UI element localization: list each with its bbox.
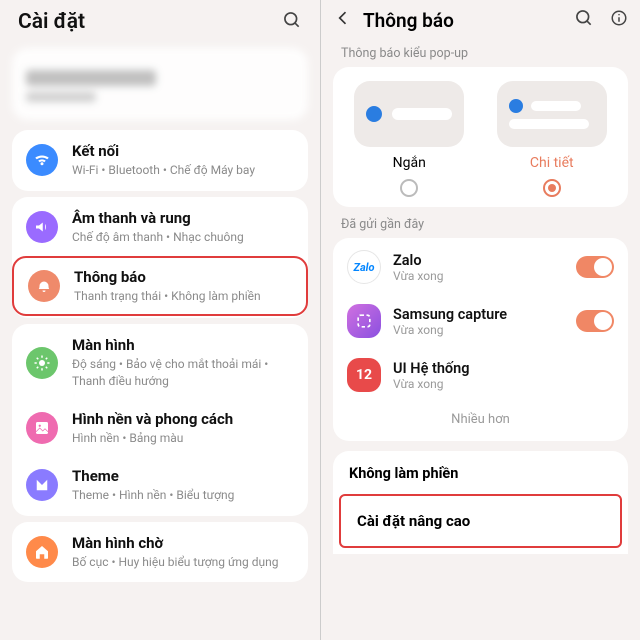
- wifi-icon: [26, 144, 58, 176]
- row-subtitle: Bố cục • Huy hiệu biểu tượng ứng dụng: [72, 554, 294, 571]
- wallpaper-icon: [26, 412, 58, 444]
- popup-style-card: Ngắn Chi tiết: [333, 67, 628, 207]
- recent-card: ZaloZaloVừa xongSamsung captureVừa xong1…: [333, 238, 628, 441]
- settings-group: Âm thanh và rung Chế độ âm thanh • Nhạc c…: [12, 197, 308, 319]
- settings-row-theme[interactable]: Theme Theme • Hình nền • Biểu tượng: [12, 457, 308, 514]
- popup-section-label: Thông báo kiểu pop-up: [321, 36, 640, 67]
- display-icon: [26, 347, 58, 379]
- more-button[interactable]: Nhiều hơn: [333, 402, 628, 439]
- popup-preview-brief: [354, 81, 464, 147]
- samsung-capture-icon: [347, 304, 381, 338]
- dnd-row[interactable]: Không làm phiền: [333, 453, 628, 494]
- sound-icon: [26, 211, 58, 243]
- popup-label-detail: Chi tiết: [530, 155, 574, 171]
- row-subtitle: Chế độ âm thanh • Nhạc chuông: [72, 229, 294, 246]
- info-icon[interactable]: [610, 9, 628, 31]
- zalo-icon: Zalo: [347, 250, 381, 284]
- app-sub: Vừa xong: [393, 323, 564, 337]
- row-title: Màn hình: [72, 336, 294, 354]
- popup-option-detail[interactable]: Chi tiết: [486, 81, 619, 197]
- row-title: Theme: [72, 467, 294, 485]
- theme-icon: [26, 469, 58, 501]
- row-title: Hình nền và phong cách: [72, 410, 294, 428]
- popup-preview-detail: [497, 81, 607, 147]
- notifications-header: Thông báo: [321, 0, 640, 36]
- popup-option-brief[interactable]: Ngắn: [343, 81, 476, 197]
- profile-card[interactable]: [12, 48, 308, 120]
- recent-app-row[interactable]: 12 UI Hệ thốngVừa xong: [333, 348, 628, 402]
- settings-header: Cài đặt: [0, 0, 320, 40]
- app-sub: Vừa xong: [393, 269, 564, 283]
- app-name: Zalo: [393, 252, 564, 269]
- settings-group: Màn hình Độ sáng • Bảo vệ cho mắt thoải m…: [12, 324, 308, 515]
- settings-row-display[interactable]: Màn hình Độ sáng • Bảo vệ cho mắt thoải m…: [12, 326, 308, 400]
- row-subtitle: Theme • Hình nền • Biểu tượng: [72, 487, 294, 504]
- settings-row-notif[interactable]: Thông báo Thanh trạng thái • Không làm ph…: [12, 256, 308, 317]
- row-title: Kết nối: [72, 142, 294, 160]
- home-icon: [26, 536, 58, 568]
- settings-row-wallpaper[interactable]: Hình nền và phong cách Hình nền • Bảng mà…: [12, 400, 308, 457]
- recent-app-row[interactable]: Samsung captureVừa xong: [333, 294, 628, 348]
- settings-group: Màn hình chờ Bố cục • Huy hiệu biểu tượng…: [12, 522, 308, 583]
- app-sub: Vừa xong: [393, 377, 614, 391]
- ui-system-icon: 12: [347, 358, 381, 392]
- radio-detail[interactable]: [543, 179, 561, 197]
- app-name: UI Hệ thống: [393, 360, 614, 377]
- radio-brief[interactable]: [400, 179, 418, 197]
- row-subtitle: Thanh trạng thái • Không làm phiền: [74, 288, 292, 305]
- row-title: Màn hình chờ: [72, 534, 294, 552]
- settings-row-wifi[interactable]: Kết nối Wi-Fi • Bluetooth • Chế độ Máy ba…: [12, 132, 308, 189]
- search-icon[interactable]: [282, 10, 302, 34]
- popup-label-brief: Ngắn: [393, 155, 426, 171]
- page-title: Thông báo: [363, 9, 564, 32]
- row-title: Thông báo: [74, 268, 292, 286]
- dnd-card: Không làm phiền Cài đặt nâng cao: [333, 451, 628, 554]
- search-icon[interactable]: [574, 8, 594, 32]
- app-name: Samsung capture: [393, 306, 564, 323]
- settings-group: Kết nối Wi-Fi • Bluetooth • Chế độ Máy ba…: [12, 130, 308, 191]
- row-subtitle: Wi-Fi • Bluetooth • Chế độ Máy bay: [72, 162, 294, 179]
- notif-icon: [28, 270, 60, 302]
- back-icon[interactable]: [333, 8, 353, 32]
- recent-section-label: Đã gửi gần đây: [321, 207, 640, 238]
- recent-app-row[interactable]: ZaloZaloVừa xong: [333, 240, 628, 294]
- notification-toggle[interactable]: [576, 256, 614, 278]
- page-title: Cài đặt: [18, 10, 85, 34]
- settings-screen: Cài đặt Kết nối Wi-Fi • Bluetooth • Chế đ…: [0, 0, 320, 640]
- settings-row-sound[interactable]: Âm thanh và rung Chế độ âm thanh • Nhạc c…: [12, 199, 308, 256]
- notification-toggle[interactable]: [576, 310, 614, 332]
- settings-row-home[interactable]: Màn hình chờ Bố cục • Huy hiệu biểu tượng…: [12, 524, 308, 581]
- row-subtitle: Hình nền • Bảng màu: [72, 430, 294, 447]
- advanced-settings-row[interactable]: Cài đặt nâng cao: [339, 494, 622, 548]
- notifications-screen: Thông báo Thông báo kiểu pop-up Ngắn: [320, 0, 640, 640]
- row-subtitle: Độ sáng • Bảo vệ cho mắt thoải mái • Tha…: [72, 356, 294, 390]
- row-title: Âm thanh và rung: [72, 209, 294, 227]
